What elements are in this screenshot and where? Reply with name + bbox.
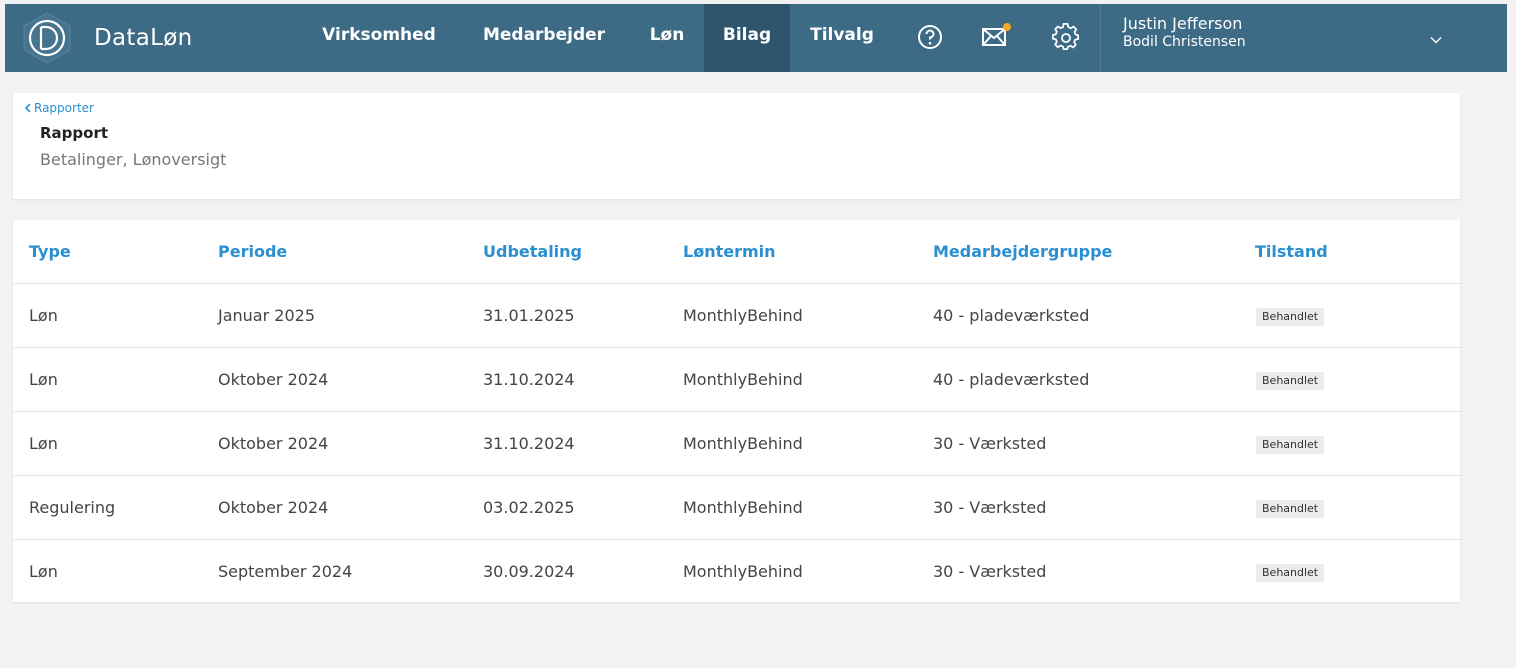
payments-table: Type Periode Udbetaling Løntermin Medarb… <box>13 220 1460 602</box>
cell-udbetaling: 03.02.2025 <box>483 498 575 517</box>
status-badge: Behandlet <box>1256 435 1325 454</box>
cell-loentermin: MonthlyBehind <box>683 306 803 325</box>
notification-dot <box>1003 23 1011 31</box>
report-header-card: Rapporter Rapport Betalinger, Lønoversig… <box>13 93 1460 199</box>
help-icon[interactable] <box>915 22 945 52</box>
back-link-label: Rapporter <box>34 101 94 115</box>
dataloen-logo-icon <box>20 11 74 65</box>
cell-periode: Oktober 2024 <box>218 434 329 453</box>
cell-type: Løn <box>29 562 58 581</box>
cell-loentermin: MonthlyBehind <box>683 370 803 389</box>
column-header-loentermin[interactable]: Løntermin <box>683 220 776 284</box>
cell-loentermin: MonthlyBehind <box>683 434 803 453</box>
company-name: Bodil Christensen <box>1123 34 1246 50</box>
cell-type: Løn <box>29 306 58 325</box>
status-badge: Behandlet <box>1256 499 1325 518</box>
brand-name: DataLøn <box>94 25 193 51</box>
column-header-udbetaling[interactable]: Udbetaling <box>483 220 582 284</box>
page-title: Rapport <box>40 124 109 142</box>
user-menu[interactable]: Justin Jefferson Bodil Christensen <box>1123 14 1246 51</box>
cell-periode: September 2024 <box>218 562 353 581</box>
nav-tilvalg[interactable]: Tilvalg <box>791 4 893 72</box>
cell-udbetaling: 31.01.2025 <box>483 306 575 325</box>
column-header-type[interactable]: Type <box>29 220 71 284</box>
table-row[interactable]: Løn Januar 2025 31.01.2025 MonthlyBehind… <box>13 283 1460 347</box>
nav-loen[interactable]: Løn <box>633 4 701 72</box>
table-header: Type Periode Udbetaling Løntermin Medarb… <box>13 220 1460 284</box>
cell-medarbejdergruppe: 30 - Værksted <box>933 434 1047 453</box>
nav-virksomhed[interactable]: Virksomhed <box>302 4 456 72</box>
table-row[interactable]: Løn September 2024 30.09.2024 MonthlyBeh… <box>13 539 1460 603</box>
status-badge: Behandlet <box>1256 371 1325 390</box>
user-separator <box>1100 4 1101 72</box>
cell-loentermin: MonthlyBehind <box>683 498 803 517</box>
table-row[interactable]: Løn Oktober 2024 31.10.2024 MonthlyBehin… <box>13 411 1460 475</box>
table-row[interactable]: Løn Oktober 2024 31.10.2024 MonthlyBehin… <box>13 347 1460 411</box>
cell-medarbejdergruppe: 40 - pladeværksted <box>933 306 1090 325</box>
table-row[interactable]: Regulering Oktober 2024 03.02.2025 Month… <box>13 475 1460 539</box>
cell-medarbejdergruppe: 30 - Værksted <box>933 562 1047 581</box>
nav-bilag[interactable]: Bilag <box>704 4 790 72</box>
back-link[interactable]: Rapporter <box>24 101 94 115</box>
settings-icon[interactable] <box>1051 22 1081 52</box>
cell-udbetaling: 30.09.2024 <box>483 562 575 581</box>
nav-medarbejder[interactable]: Medarbejder <box>467 4 621 72</box>
column-header-medarbejdergruppe[interactable]: Medarbejdergruppe <box>933 220 1112 284</box>
cell-medarbejdergruppe: 40 - pladeværksted <box>933 370 1090 389</box>
logo[interactable]: DataLøn <box>20 11 192 65</box>
cell-medarbejdergruppe: 30 - Værksted <box>933 498 1047 517</box>
cell-loentermin: MonthlyBehind <box>683 562 803 581</box>
mail-icon[interactable] <box>980 22 1011 52</box>
chevron-down-icon[interactable] <box>1429 32 1443 46</box>
page-subtitle: Betalinger, Lønoversigt <box>40 150 227 169</box>
user-name: Justin Jefferson <box>1123 14 1243 33</box>
chevron-left-icon <box>24 103 31 113</box>
cell-type: Løn <box>29 434 58 453</box>
cell-periode: Oktober 2024 <box>218 498 329 517</box>
cell-udbetaling: 31.10.2024 <box>483 370 575 389</box>
cell-periode: Oktober 2024 <box>218 370 329 389</box>
status-badge: Behandlet <box>1256 563 1325 582</box>
column-header-tilstand[interactable]: Tilstand <box>1255 220 1328 284</box>
top-navigation-bar: DataLøn Virksomhed Medarbejder Løn Bilag… <box>5 4 1507 72</box>
cell-type: Løn <box>29 370 58 389</box>
cell-periode: Januar 2025 <box>218 306 315 325</box>
cell-type: Regulering <box>29 498 116 517</box>
status-badge: Behandlet <box>1256 307 1325 326</box>
cell-udbetaling: 31.10.2024 <box>483 434 575 453</box>
column-header-periode[interactable]: Periode <box>218 220 287 284</box>
